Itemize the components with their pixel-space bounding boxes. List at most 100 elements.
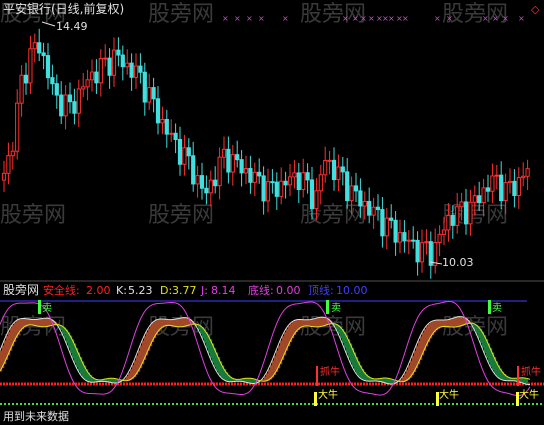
kd-band xyxy=(308,319,311,327)
candle-body xyxy=(142,71,147,103)
cross-mark: × xyxy=(388,14,395,23)
candle-body xyxy=(19,74,24,104)
candle-body xyxy=(345,171,350,202)
candle-body xyxy=(323,160,328,176)
candle-body xyxy=(402,232,407,242)
candle-body xyxy=(239,159,244,174)
kd-band xyxy=(444,320,447,327)
watermark: 股旁网 xyxy=(148,203,214,228)
candle-body xyxy=(45,55,51,79)
candle-body xyxy=(155,98,161,124)
cross-mark: × xyxy=(258,14,265,23)
kd-band xyxy=(42,318,45,328)
candle-body xyxy=(292,172,297,178)
candle-body xyxy=(327,159,332,162)
candle-body xyxy=(59,94,64,117)
chart-canvas[interactable]: 股旁网股旁网股旁网股旁网股旁网股旁网股旁网股旁网股旁网股旁网股旁网股旁网××××… xyxy=(0,0,544,425)
candle-body xyxy=(89,71,95,81)
candle-body xyxy=(221,148,227,158)
candle-body xyxy=(252,171,257,183)
candle-body xyxy=(217,156,222,187)
candle-body xyxy=(477,195,482,204)
sell-signal-label: 卖 xyxy=(492,303,502,314)
candle-body xyxy=(375,206,381,211)
cross-mark: × xyxy=(482,14,489,23)
candle-body xyxy=(63,94,68,117)
candle-body xyxy=(397,232,403,243)
candle-body xyxy=(208,179,213,194)
candle-body xyxy=(129,62,134,78)
cross-mark: × xyxy=(222,14,229,23)
candle-body xyxy=(107,57,112,76)
sell-signal-label: 卖 xyxy=(331,303,341,314)
candle-body xyxy=(331,159,337,181)
candle-body xyxy=(261,175,266,202)
candle-body xyxy=(353,185,359,192)
candle-body xyxy=(393,219,398,243)
candle-body xyxy=(437,233,442,243)
candle-body xyxy=(494,174,499,177)
kd-band xyxy=(310,319,313,327)
candle-body xyxy=(177,138,183,165)
candle-body xyxy=(521,175,526,179)
sell-flag-icon xyxy=(38,300,41,314)
kd-band xyxy=(450,319,453,328)
candle-body xyxy=(138,65,143,73)
candle-body xyxy=(72,101,77,114)
candle-body xyxy=(41,52,46,57)
candle-body xyxy=(512,180,517,196)
candle-body xyxy=(455,206,460,226)
candle-body xyxy=(243,168,249,174)
kd-band xyxy=(320,317,323,328)
candle-body xyxy=(419,242,425,263)
top-line-value: 10.00 xyxy=(336,284,368,297)
top-line-label: 顶线: xyxy=(308,284,334,297)
candle-body xyxy=(499,174,504,202)
catch-bull-flag-icon xyxy=(316,366,318,386)
candle-body xyxy=(76,88,81,114)
cross-mark: × xyxy=(234,14,241,23)
j-label: J: xyxy=(201,284,208,297)
candle-body xyxy=(103,57,108,60)
candle-body xyxy=(15,102,20,152)
candle-body xyxy=(516,177,521,196)
candle-body xyxy=(235,154,240,161)
kd-band xyxy=(452,318,455,328)
candle-body xyxy=(283,180,288,186)
low-price-marker: 10.03 xyxy=(442,256,474,269)
candle-body xyxy=(191,155,196,185)
candle-body xyxy=(380,209,385,237)
j-value: 8.14 xyxy=(211,284,236,297)
candle-body xyxy=(472,195,477,203)
candle-body xyxy=(151,87,156,100)
candle-body xyxy=(54,83,59,96)
candle-body xyxy=(446,214,451,231)
safe-line-label: 安全线: xyxy=(43,284,80,297)
candle-body xyxy=(120,54,125,68)
sell-flag-icon xyxy=(488,300,491,314)
candle-body xyxy=(186,147,191,157)
kd-band xyxy=(182,317,185,328)
candle-body xyxy=(309,179,315,210)
candle-body xyxy=(248,168,253,183)
candle-body xyxy=(1,172,7,181)
cross-mark: × xyxy=(402,14,409,23)
candle-body xyxy=(199,175,205,189)
cross-mark: × xyxy=(368,14,375,23)
cross-mark: × xyxy=(246,14,253,23)
stock-chart-window: 股旁网股旁网股旁网股旁网股旁网股旁网股旁网股旁网股旁网股旁网股旁网股旁网××××… xyxy=(0,0,544,425)
kd-band xyxy=(456,317,459,328)
candle-body xyxy=(10,150,15,157)
kd-band xyxy=(176,319,179,327)
candle-body xyxy=(116,49,121,56)
kd-band xyxy=(314,318,317,328)
d-value: 3.77 xyxy=(172,284,197,297)
kd-band xyxy=(38,319,41,327)
candle-body xyxy=(230,154,235,173)
kd-band xyxy=(34,319,37,326)
big-bull-label: 大牛 xyxy=(439,390,459,401)
watermark: 股旁网 xyxy=(0,203,66,228)
cross-mark: × xyxy=(282,14,289,23)
high-price-marker: 14.49 xyxy=(56,20,88,33)
candle-body xyxy=(481,187,486,204)
